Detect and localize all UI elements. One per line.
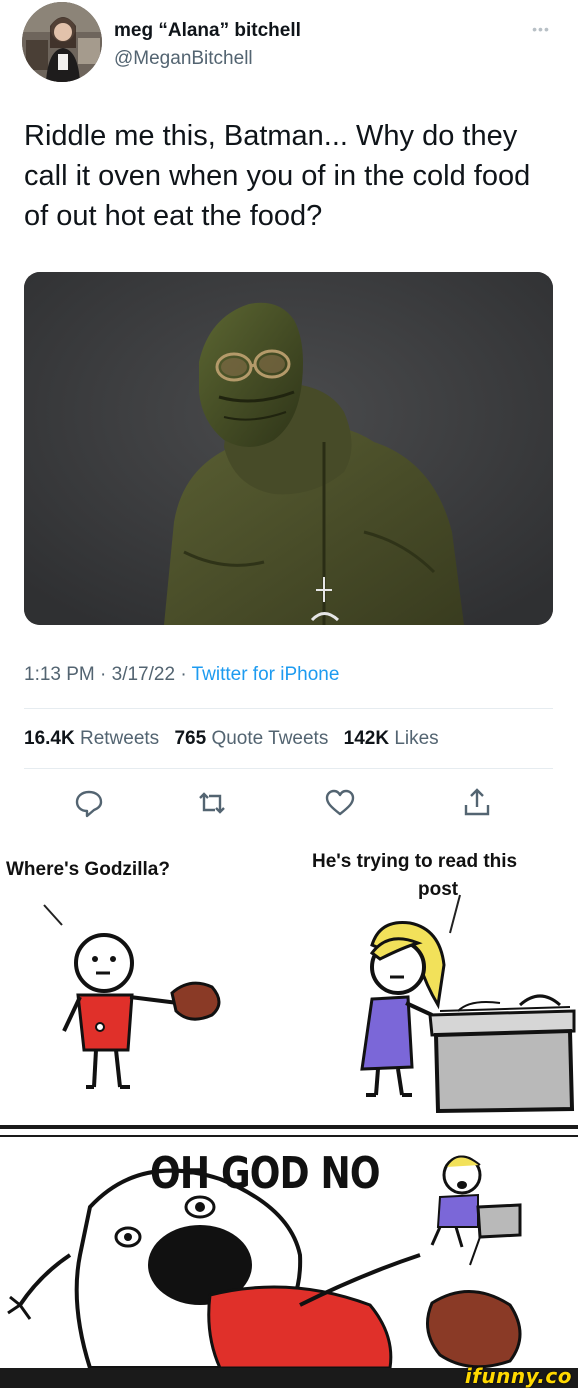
tweet-timestamp: 1:13 PM · 3/17/22 · Twitter for iPhone	[24, 664, 339, 686]
likes-stat[interactable]: 142K Likes	[344, 728, 439, 749]
author-avatar[interactable]	[22, 2, 102, 82]
left-speech-text: Where's Godzilla?	[6, 859, 170, 880]
retweets-count: 16.4K	[24, 728, 75, 749]
quote-tweets-stat[interactable]: 765 Quote Tweets	[174, 728, 328, 749]
retweet-icon[interactable]	[195, 786, 229, 820]
divider	[24, 768, 553, 769]
like-icon[interactable]	[323, 786, 357, 820]
riddler-photo	[24, 272, 553, 625]
avatar-photo	[22, 2, 102, 82]
tweet-actions	[0, 786, 578, 820]
tweet: meg “Alana” bitchell @MeganBitchell ••• …	[0, 0, 578, 835]
tweet-stats: 16.4K Retweets 765 Quote Tweets 142K Lik…	[24, 728, 449, 750]
comic-drawing	[0, 894, 578, 1368]
tweet-time-date[interactable]: 1:13 PM · 3/17/22 ·	[24, 664, 192, 685]
reply-icon[interactable]	[72, 786, 106, 820]
tweet-source-link[interactable]: Twitter for iPhone	[192, 664, 340, 685]
retweets-label: Retweets	[79, 728, 160, 749]
quote-tweets-label: Quote Tweets	[211, 728, 329, 749]
right-speech-text-line2: post	[418, 879, 459, 900]
author-name[interactable]: meg “Alana” bitchell	[114, 20, 301, 42]
comic: Where's Godzilla? He's trying to read th…	[0, 835, 578, 1368]
share-icon[interactable]	[460, 786, 494, 820]
ifunny-watermark: ifunny.co	[464, 1364, 572, 1388]
divider	[24, 708, 553, 709]
shout-text: OH GOD NO	[150, 1148, 381, 1199]
likes-count: 142K	[343, 728, 390, 749]
author-handle[interactable]: @MeganBitchell	[114, 48, 253, 70]
tweet-text: Riddle me this, Batman... Why do they ca…	[24, 120, 531, 232]
tweet-image[interactable]	[24, 272, 553, 625]
more-options-icon[interactable]: •••	[528, 22, 554, 36]
right-speech-text-line1: He's trying to read this	[312, 851, 518, 872]
quote-tweets-count: 765	[174, 728, 207, 749]
retweets-stat[interactable]: 16.4K Retweets	[24, 728, 159, 749]
likes-label: Likes	[394, 728, 439, 749]
